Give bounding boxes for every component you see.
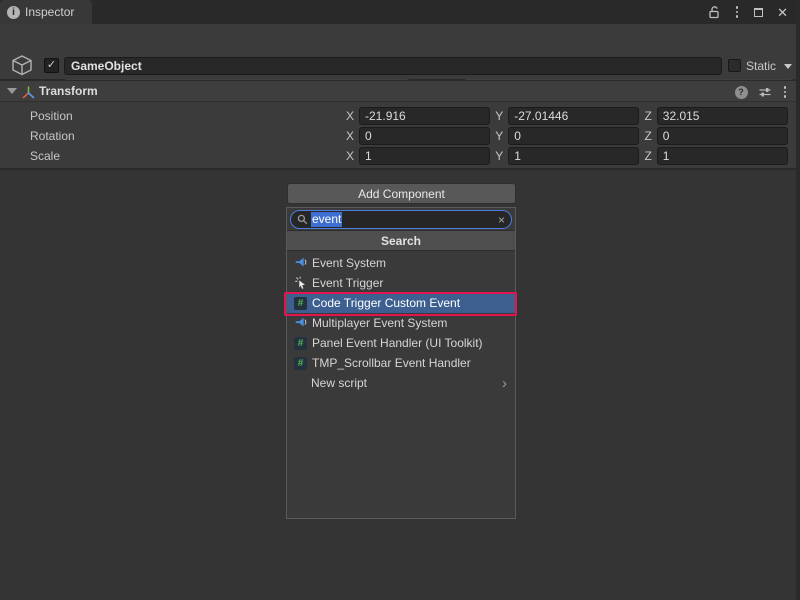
list-item-panel-event-handler[interactable]: # Panel Event Handler (UI Toolkit)	[287, 333, 515, 353]
list-item-label: Event System	[312, 256, 386, 270]
gameobject-header: ✓ GameObject Static Tag Untagged Layer D…	[0, 24, 796, 80]
static-dropdown-caret[interactable]	[784, 64, 792, 69]
clear-search-icon[interactable]: ×	[498, 214, 505, 226]
axis-y-label[interactable]: Y	[495, 149, 503, 163]
rotation-y-field[interactable]: 0	[508, 127, 639, 145]
close-icon[interactable]: ✕	[777, 6, 788, 19]
search-text-selected: event	[311, 212, 342, 227]
list-item-label: Event Trigger	[312, 276, 383, 290]
scale-y-field[interactable]: 1	[508, 147, 639, 165]
scale-z-field[interactable]: 1	[657, 147, 788, 165]
add-component-popup: event × Search Event System Event Trigge…	[286, 207, 516, 519]
list-item-code-trigger-custom-event[interactable]: # Code Trigger Custom Event	[287, 293, 515, 313]
event-trigger-icon	[293, 276, 308, 290]
scale-row: Scale X 1 Y 1 Z 1	[0, 146, 796, 166]
axis-y-label[interactable]: Y	[495, 109, 503, 123]
add-component-button[interactable]: Add Component	[287, 183, 516, 204]
event-system-icon	[293, 316, 308, 330]
help-icon[interactable]: ?	[735, 86, 748, 99]
position-z-field[interactable]: 32.015	[657, 107, 788, 125]
rotation-x-field[interactable]: 0	[359, 127, 490, 145]
static-label: Static	[746, 59, 776, 73]
position-label: Position	[30, 109, 73, 123]
position-x-field[interactable]: -21.916	[359, 107, 490, 125]
tab-title: Inspector	[25, 5, 74, 19]
list-item-multiplayer-event-system[interactable]: Multiplayer Event System	[287, 313, 515, 333]
tab-inspector[interactable]: i Inspector	[0, 0, 92, 24]
axis-x-label[interactable]: X	[346, 129, 354, 143]
inspector-window: i Inspector ✕ ✓ GameObject St	[0, 0, 800, 600]
list-item-label: TMP_Scrollbar Event Handler	[312, 356, 471, 370]
scale-label: Scale	[30, 149, 60, 163]
transform-axes-icon	[21, 85, 36, 100]
csharp-script-icon: #	[293, 296, 308, 310]
maximize-icon[interactable]	[754, 8, 763, 17]
scale-x-field[interactable]: 1	[359, 147, 490, 165]
gameobject-name-field[interactable]: GameObject	[64, 57, 722, 75]
foldout-arrow-icon[interactable]	[7, 88, 17, 94]
search-results-header: Search	[287, 230, 515, 251]
axis-z-label[interactable]: Z	[644, 129, 651, 143]
transform-header[interactable]: Transform ?	[0, 80, 796, 102]
list-item-event-system[interactable]: Event System	[287, 253, 515, 273]
component-menu-icon[interactable]	[782, 84, 789, 100]
position-row: Position X -21.916 Y -27.01446 Z 32.015	[0, 106, 796, 126]
list-item-label: Multiplayer Event System	[312, 316, 447, 330]
event-system-icon	[293, 256, 308, 270]
axis-y-label[interactable]: Y	[495, 129, 503, 143]
csharp-script-icon: #	[293, 336, 308, 350]
presets-icon[interactable]	[758, 85, 772, 99]
list-item-tmp-scrollbar-event-handler[interactable]: # TMP_Scrollbar Event Handler	[287, 353, 515, 373]
rotation-label: Rotation	[30, 129, 75, 143]
component-divider	[0, 168, 796, 170]
transform-body: Position X -21.916 Y -27.01446 Z 32.015 …	[0, 102, 796, 168]
axis-z-label[interactable]: Z	[644, 149, 651, 163]
static-checkbox[interactable]	[728, 59, 741, 72]
axis-x-label[interactable]: X	[346, 149, 354, 163]
axis-z-label[interactable]: Z	[644, 109, 651, 123]
axis-x-label[interactable]: X	[346, 109, 354, 123]
chevron-right-icon: ›	[502, 376, 507, 391]
titlebar: i Inspector ✕	[0, 0, 796, 24]
lock-icon[interactable]	[708, 5, 720, 19]
info-icon: i	[7, 6, 20, 19]
gameobject-cube-icon[interactable]	[7, 52, 37, 82]
component-search-input[interactable]: event ×	[290, 210, 512, 229]
window-menu-icon[interactable]	[734, 4, 741, 20]
list-item-label: Panel Event Handler (UI Toolkit)	[312, 336, 483, 350]
active-checkbox[interactable]: ✓	[44, 58, 59, 73]
search-icon	[297, 214, 308, 225]
list-item-label: Code Trigger Custom Event	[312, 296, 460, 310]
list-item-new-script[interactable]: New script ›	[287, 373, 515, 393]
list-item-event-trigger[interactable]: Event Trigger	[287, 273, 515, 293]
csharp-script-icon: #	[293, 356, 308, 370]
component-list: Event System Event Trigger # Code Trigge…	[287, 251, 515, 393]
rotation-z-field[interactable]: 0	[657, 127, 788, 145]
list-item-label: New script	[311, 376, 367, 390]
transform-title: Transform	[39, 84, 98, 98]
rotation-row: Rotation X 0 Y 0 Z 0	[0, 126, 796, 146]
position-y-field[interactable]: -27.01446	[508, 107, 639, 125]
